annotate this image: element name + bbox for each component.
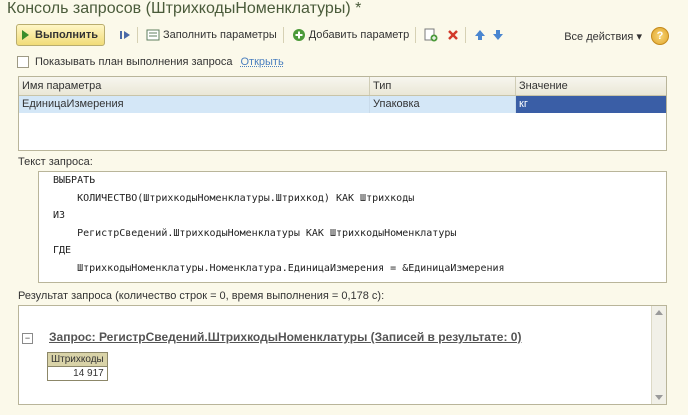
param-value-cell[interactable]: кг: [516, 96, 666, 113]
params-table: Имя параметра Тип Значение ЕдиницаИзмере…: [18, 76, 667, 151]
query-editor[interactable]: ВЫБРАТЬ КОЛИЧЕСТВО(ШтрихкодыНоменклатуры…: [38, 171, 667, 283]
query-line: ВЫБРАТЬ: [53, 175, 96, 186]
arrow-up-icon: [475, 30, 486, 40]
column-header-type[interactable]: Тип: [370, 77, 516, 95]
fill-params-button[interactable]: Заполнить параметры: [146, 28, 277, 42]
fill-params-icon: [146, 29, 160, 41]
delete-button[interactable]: [447, 29, 459, 41]
copy-button[interactable]: [424, 28, 441, 42]
param-type-cell[interactable]: Упаковка: [370, 96, 516, 113]
copy-add-icon: [424, 28, 438, 42]
query-line: ШтрихкодыНоменклатуры.Номенклатура.Едини…: [53, 262, 505, 274]
result-table: Штрихкоды 14 917: [47, 352, 108, 381]
toolbar-separator: [136, 27, 138, 43]
all-actions-label: Все действия: [564, 31, 634, 43]
toolbar-separator: [465, 27, 467, 43]
delete-x-icon: [448, 30, 459, 40]
query-line: КОЛИЧЕСТВО(ШтрихкодыНоменклатуры.Штрихко…: [53, 192, 415, 204]
query-line: РегистрСведений.ШтрихкодыНоменклатуры КА…: [53, 227, 457, 239]
toolbar-separator: [282, 27, 284, 43]
result-panel: − Запрос: РегистрСведений.ШтрихкодыНомен…: [18, 305, 667, 405]
result-column-header: Штрихкоды: [47, 352, 108, 367]
execute-label: Выполнить: [35, 29, 98, 41]
result-query-title[interactable]: Запрос: РегистрСведений.ШтрихкодыНоменкл…: [49, 330, 521, 344]
open-link[interactable]: Открыть: [240, 56, 283, 68]
add-circle-icon: [292, 29, 305, 41]
param-name-cell[interactable]: ЕдиницаИзмерения: [19, 96, 370, 113]
result-scrollbar[interactable]: [651, 306, 666, 404]
scroll-down-icon[interactable]: [655, 395, 663, 400]
arrow-down-icon: [493, 30, 504, 40]
show-plan-label: Показывать план выполнения запроса: [35, 56, 233, 68]
column-header-name[interactable]: Имя параметра: [19, 77, 370, 95]
show-plan-option: Показывать план выполнения запроса Откры…: [17, 56, 284, 68]
window-title: Консоль запросов (ШтрихкодыНоменклатуры)…: [7, 0, 362, 17]
step-icon: [119, 31, 130, 39]
result-label: Результат запроса (количество строк = 0,…: [18, 290, 385, 302]
scroll-up-icon[interactable]: [655, 310, 663, 315]
fill-params-label: Заполнить параметры: [162, 29, 277, 41]
all-actions-menu[interactable]: Все действия ▾: [564, 30, 642, 43]
toolbar-separator: [415, 27, 417, 43]
table-row[interactable]: ЕдиницаИзмерения Упаковка кг: [19, 96, 666, 113]
move-up-button[interactable]: [474, 29, 486, 41]
help-icon[interactable]: ?: [651, 27, 669, 45]
query-text-label: Текст запроса:: [18, 156, 93, 168]
add-param-label: Добавить параметр: [308, 29, 410, 41]
params-table-header: Имя параметра Тип Значение: [19, 77, 666, 96]
step-button[interactable]: [119, 29, 131, 41]
query-line: ИЗ: [53, 210, 66, 221]
toolbar: Выполнить Заполнить параметры Добавить п…: [16, 24, 504, 46]
collapse-toggle[interactable]: −: [22, 333, 33, 344]
add-param-button[interactable]: Добавить параметр: [292, 28, 409, 42]
result-value-cell[interactable]: 14 917: [47, 366, 108, 381]
query-line: ГДЕ: [53, 245, 72, 256]
column-header-value[interactable]: Значение: [516, 77, 666, 95]
move-down-button[interactable]: [492, 29, 504, 41]
execute-button[interactable]: Выполнить: [16, 24, 105, 46]
play-icon: [22, 30, 29, 40]
show-plan-checkbox[interactable]: [17, 56, 29, 68]
dropdown-arrow-icon: ▾: [636, 31, 642, 43]
